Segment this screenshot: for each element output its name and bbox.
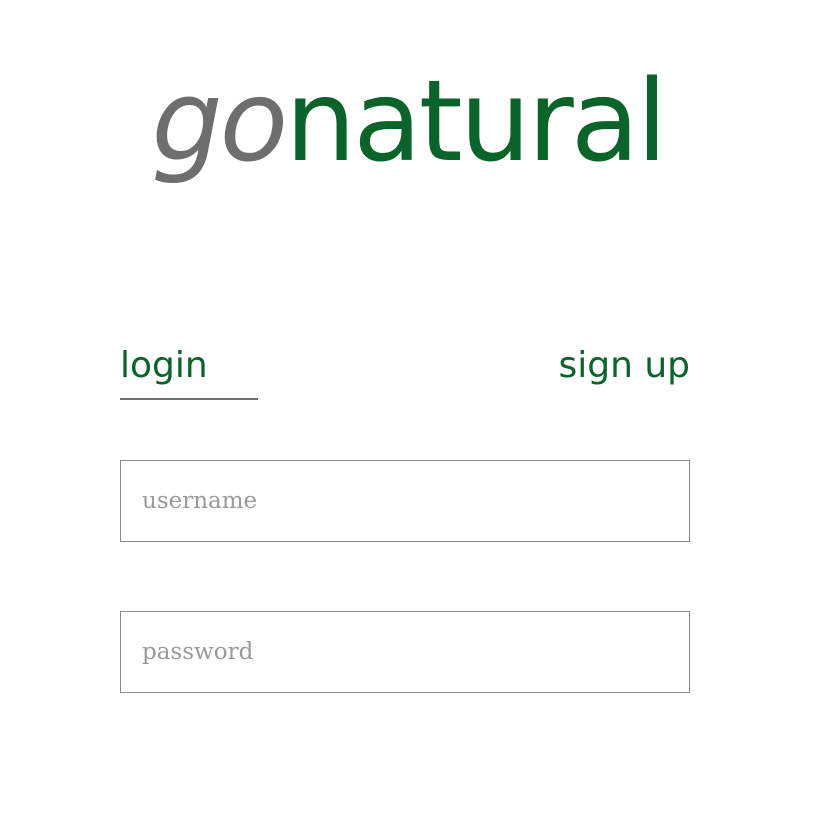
- tab-sign-up[interactable]: sign up: [558, 340, 690, 392]
- active-tab-indicator: [120, 398, 258, 400]
- auth-tabs: login sign up: [120, 340, 690, 404]
- logo-suffix: natural: [285, 57, 667, 187]
- password-input[interactable]: [120, 611, 690, 693]
- app-logo: gonatural: [0, 52, 816, 192]
- username-input[interactable]: [120, 460, 690, 542]
- tab-login[interactable]: login: [120, 340, 208, 392]
- logo-prefix: go: [151, 57, 289, 187]
